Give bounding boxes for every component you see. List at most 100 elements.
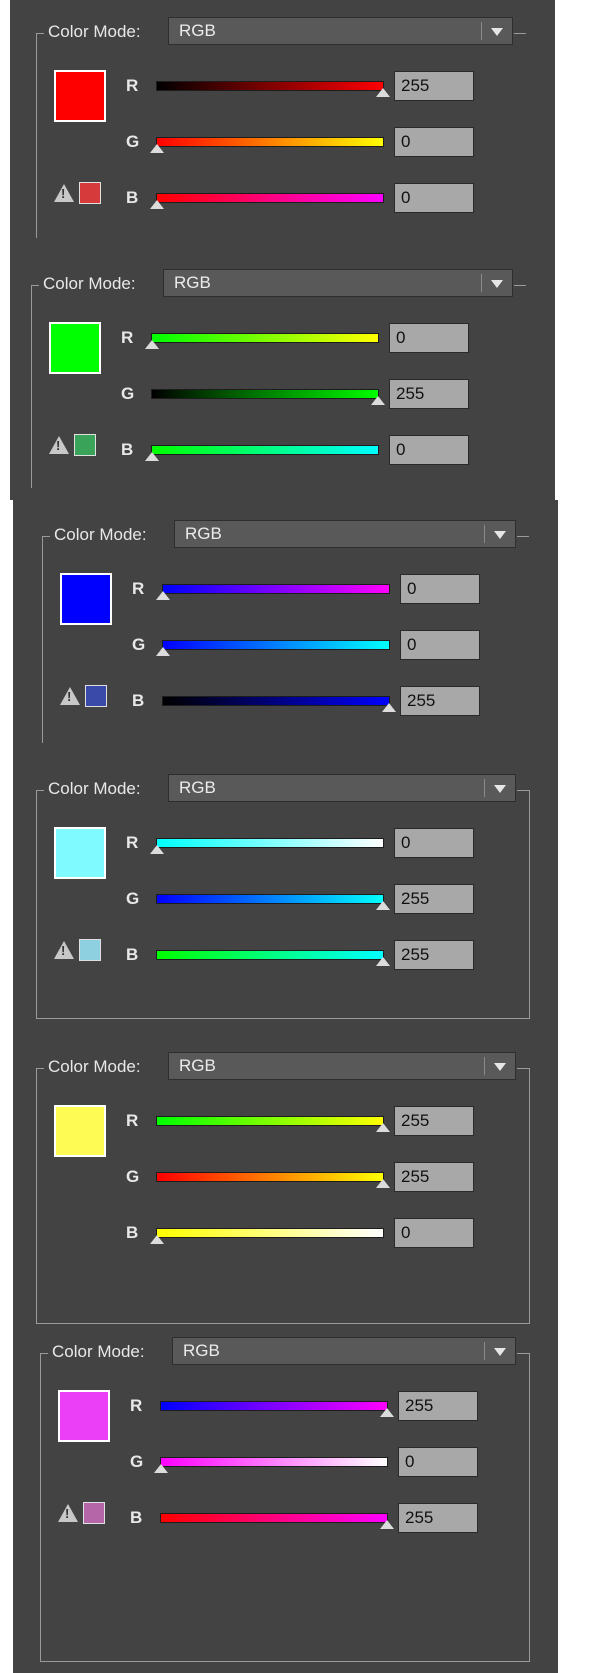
channel-label-r: R <box>132 579 145 598</box>
channel-slider-b[interactable] <box>156 1228 384 1238</box>
color-mode-dropdown[interactable]: RGB <box>168 1052 516 1080</box>
chevron-down-icon[interactable] <box>494 531 506 539</box>
channel-label-b: B <box>126 945 139 964</box>
dropdown-separator <box>484 525 485 543</box>
channel-slider-g[interactable] <box>162 640 390 650</box>
channel-slider-b[interactable] <box>160 1513 388 1523</box>
chevron-down-icon[interactable] <box>494 785 506 793</box>
channel-value-g[interactable]: 255 <box>394 884 474 914</box>
channel-slider-r[interactable] <box>156 81 384 91</box>
color-mode-dropdown[interactable]: RGB <box>168 17 513 45</box>
slider-thumb[interactable] <box>145 340 159 350</box>
channel-slider-r[interactable] <box>162 584 390 594</box>
slider-thumb[interactable] <box>380 1520 394 1530</box>
slider-thumb[interactable] <box>150 144 164 154</box>
slider-thumb-triangle <box>150 144 164 153</box>
color-mode-label: Color Mode: <box>44 779 145 799</box>
slider-thumb-triangle <box>380 1520 394 1529</box>
slider-thumb-triangle <box>154 1464 168 1473</box>
out-of-gamut-swatch[interactable] <box>79 182 101 204</box>
slider-thumb[interactable] <box>150 845 164 855</box>
color-mode-value: RGB <box>179 1056 216 1075</box>
channel-slider-r[interactable] <box>151 333 379 343</box>
channel-value-r[interactable]: 0 <box>389 323 469 353</box>
slider-thumb[interactable] <box>156 591 170 601</box>
slider-thumb[interactable] <box>380 1408 394 1418</box>
channel-value-b[interactable]: 255 <box>394 940 474 970</box>
channel-label-g: G <box>130 1452 144 1471</box>
channel-slider-r[interactable] <box>156 838 384 848</box>
dropdown-separator <box>484 1342 485 1360</box>
slider-thumb[interactable] <box>376 88 390 98</box>
channel-value-r[interactable]: 0 <box>400 574 480 604</box>
slider-thumb[interactable] <box>371 396 385 406</box>
channel-value-b[interactable]: 0 <box>389 435 469 465</box>
color-panel: Color Mode: RGB! R 255 G 0 B 255 <box>13 1335 558 1673</box>
slider-thumb[interactable] <box>376 1179 390 1189</box>
channel-value-r[interactable]: 255 <box>394 1106 474 1136</box>
color-panel: Color Mode: RGB! R 0 G 255 B 255 <box>13 755 558 1030</box>
color-mode-dropdown[interactable]: RGB <box>172 1337 516 1365</box>
channel-value-b[interactable]: 255 <box>398 1503 478 1533</box>
slider-thumb[interactable] <box>150 200 164 210</box>
channel-slider-b[interactable] <box>156 193 384 203</box>
color-swatch[interactable] <box>60 573 112 625</box>
channel-value-r[interactable]: 0 <box>394 828 474 858</box>
color-swatch[interactable] <box>54 70 106 122</box>
warning-icon[interactable]: ! <box>49 436 69 454</box>
channel-slider-g[interactable] <box>156 1172 384 1182</box>
channel-slider-g[interactable] <box>151 389 379 399</box>
color-swatch[interactable] <box>49 322 101 374</box>
chevron-down-icon[interactable] <box>494 1348 506 1356</box>
out-of-gamut-swatch[interactable] <box>79 939 101 961</box>
dropdown-separator <box>484 1057 485 1075</box>
slider-thumb-triangle <box>376 957 390 966</box>
channel-value-g[interactable]: 255 <box>394 1162 474 1192</box>
color-swatch[interactable] <box>58 1390 110 1442</box>
color-mode-dropdown[interactable]: RGB <box>174 520 516 548</box>
slider-thumb[interactable] <box>145 452 159 462</box>
channel-slider-g[interactable] <box>156 137 384 147</box>
warning-icon[interactable]: ! <box>58 1504 78 1522</box>
out-of-gamut-swatch[interactable] <box>74 434 96 456</box>
channel-value-r[interactable]: 255 <box>394 71 474 101</box>
channel-value-g[interactable]: 255 <box>389 379 469 409</box>
slider-thumb[interactable] <box>376 1123 390 1133</box>
color-swatch[interactable] <box>54 827 106 879</box>
channel-value-b[interactable]: 0 <box>394 1218 474 1248</box>
dropdown-separator <box>484 779 485 797</box>
out-of-gamut-swatch[interactable] <box>83 1502 105 1524</box>
channel-slider-g[interactable] <box>156 894 384 904</box>
channel-slider-r[interactable] <box>160 1401 388 1411</box>
slider-thumb[interactable] <box>376 901 390 911</box>
channel-value-g[interactable]: 0 <box>400 630 480 660</box>
slider-thumb[interactable] <box>382 703 396 713</box>
channel-value-g[interactable]: 0 <box>398 1447 478 1477</box>
chevron-down-icon[interactable] <box>494 1063 506 1071</box>
color-mode-dropdown[interactable]: RGB <box>163 269 513 297</box>
channel-value-g[interactable]: 0 <box>394 127 474 157</box>
channel-slider-b[interactable] <box>151 445 379 455</box>
color-mode-dropdown[interactable]: RGB <box>168 774 516 802</box>
warning-icon[interactable]: ! <box>60 687 80 705</box>
slider-thumb[interactable] <box>150 1235 164 1245</box>
channel-value-r[interactable]: 255 <box>398 1391 478 1421</box>
channel-slider-b[interactable] <box>162 696 390 706</box>
chevron-down-icon[interactable] <box>491 28 503 36</box>
slider-thumb-triangle <box>150 845 164 854</box>
slider-thumb[interactable] <box>376 957 390 967</box>
warning-icon[interactable]: ! <box>54 184 74 202</box>
color-swatch[interactable] <box>54 1105 106 1157</box>
slider-thumb[interactable] <box>154 1464 168 1474</box>
slider-thumb[interactable] <box>156 647 170 657</box>
slider-thumb-triangle <box>145 452 159 461</box>
channel-value-b[interactable]: 0 <box>394 183 474 213</box>
warning-icon[interactable]: ! <box>54 941 74 959</box>
channel-slider-b[interactable] <box>156 950 384 960</box>
out-of-gamut-swatch[interactable] <box>85 685 107 707</box>
slider-thumb-triangle <box>150 1235 164 1244</box>
channel-slider-r[interactable] <box>156 1116 384 1126</box>
channel-slider-g[interactable] <box>160 1457 388 1467</box>
channel-value-b[interactable]: 255 <box>400 686 480 716</box>
chevron-down-icon[interactable] <box>491 280 503 288</box>
